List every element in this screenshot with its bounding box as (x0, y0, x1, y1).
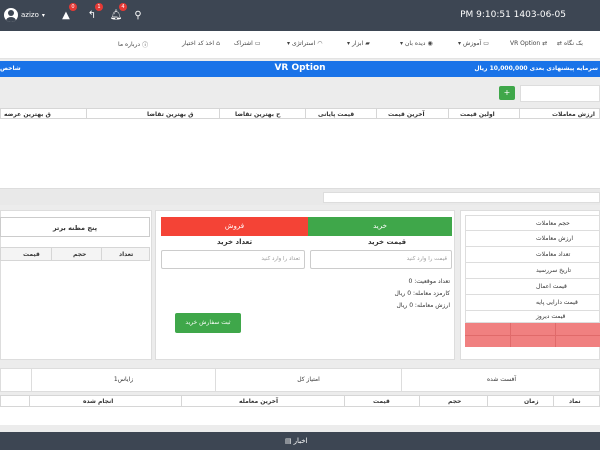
nav-item-vr-option[interactable]: VR Option ⇄ (510, 40, 547, 47)
tools-badge: 1 (95, 3, 103, 11)
alerts-badge: 0 (69, 3, 77, 11)
search-button[interactable]: ⚲ (130, 8, 146, 24)
nav-item-about[interactable]: درباره ما ⓘ (118, 40, 148, 49)
news-label: اخبار (293, 437, 308, 445)
chevron-down-icon: ▾ (287, 40, 291, 47)
bottom-tabs: آفست شده امتیاز کل زایاس1 (0, 368, 600, 392)
bell-badge: 4 (119, 3, 127, 11)
user-menu[interactable]: azizo ▾ (4, 8, 45, 22)
column-header: قیمت (23, 251, 40, 258)
depth-title: پنج مظنه برتر (0, 217, 150, 237)
eye-icon: ◉ (427, 40, 433, 47)
username: azizo (21, 11, 39, 19)
swap-icon: ⇄ (542, 40, 548, 47)
trades-table-body (0, 407, 600, 425)
info-icon: ⓘ (142, 42, 149, 49)
search-icon: ⚲ (134, 10, 142, 21)
chevron-down-icon: ▾ (400, 40, 404, 47)
info-row: تعداد معاملات (465, 247, 600, 263)
symbol-select[interactable] (520, 85, 600, 102)
column-header: قیمت (373, 398, 390, 405)
wifi-icon: ◠ (317, 40, 323, 47)
column-header: ق بهترین عرضه (4, 111, 51, 118)
info-row: ارزش معاملات (465, 231, 600, 247)
chevron-down-icon: ▾ (458, 40, 462, 47)
info-row: قیمت اعمال (465, 279, 600, 295)
chevron-down-icon: ▾ (347, 40, 351, 47)
tools-icon: ↰ (87, 10, 97, 21)
column-header: ارزش معاملات (552, 111, 595, 118)
chevron-down-icon: ▾ (41, 11, 45, 19)
column-header: حجم (448, 398, 462, 405)
nav-item-option-code[interactable]: اخذ کد اختیار ⌂ (182, 40, 220, 47)
quantity-label: تعداد خرید (217, 238, 253, 246)
tab-offset[interactable]: آفست شده (401, 369, 600, 391)
tag-icon: ⌂ (216, 40, 220, 47)
swap-icon: ⇄ (557, 40, 563, 47)
info-row: حجم معاملات (465, 215, 600, 231)
submit-buy-button[interactable]: ثبت سفارش خرید (175, 313, 241, 333)
quantity-input[interactable]: تعداد را وارد کنید (161, 250, 305, 269)
clock: PM 9:10:51 1403-06-05 (460, 10, 566, 20)
nav-item-education[interactable]: ▾ آموزش ▭ (458, 40, 489, 47)
info-row: تاریخ سررسید (465, 263, 600, 279)
column-header: اولین قیمت (460, 111, 495, 118)
capital-text: سرمایه پیشنهادی بعدی 10,000,000 ریال (474, 65, 598, 72)
price-input[interactable]: قیمت را وارد کنید (310, 250, 452, 269)
tools-button[interactable]: ↰ 1 (84, 3, 103, 24)
column-header: آخرین معامله (239, 398, 279, 405)
trade-value-text: ارزش معامله: 0 ریال (396, 302, 450, 309)
nav-item-strategy[interactable]: ▾ استراتژی ◠ (287, 40, 322, 47)
nav-item-tools[interactable]: ▾ ابزار ▰ (347, 40, 370, 47)
alerts-button[interactable]: ▲ 0 (58, 3, 77, 24)
commission-text: کارمزد معامله: 0 ریال (394, 290, 450, 297)
top-bar: azizo ▾ ▲ 0 ↰ 1 🔔︎ 4 ⚲ PM 9:10:51 1403-0… (0, 0, 600, 31)
sell-tab[interactable]: فروش (161, 217, 308, 236)
depth-table-header: تعداد حجم قیمت (0, 247, 150, 261)
option-table-header: ارزش معاملات اولین قیمت آخرین قیمت قیمت … (0, 108, 600, 119)
price-label: قیمت خرید (368, 238, 407, 246)
add-button[interactable]: + (499, 86, 515, 100)
column-header: انجام شده (83, 398, 114, 405)
notifications-button[interactable]: 🔔︎ 4 (108, 3, 127, 24)
briefcase-icon: ▰ (365, 40, 370, 47)
title-banner: شاخص VR Option سرمایه پیشنهادی بعدی 10,0… (0, 61, 600, 77)
buy-tab[interactable]: خرید (308, 217, 452, 236)
nav-bar: ⇄ بک نگاه VR Option ⇄ ▾ آموزش ▭ ▾ دیده ب… (0, 31, 600, 59)
filter-input[interactable] (323, 192, 600, 203)
column-header: آخرین قیمت (388, 111, 425, 118)
column-header: حجم (73, 251, 87, 258)
tab-total-score[interactable]: امتیاز کل (215, 369, 401, 391)
nav-item-overview[interactable]: ⇄ بک نگاه (557, 40, 583, 47)
column-header: قیمت پایانی (318, 111, 355, 118)
news-icon: ▤ (285, 437, 292, 445)
footer-bar: ▤ اخبار (0, 432, 600, 450)
option-table-body (0, 119, 600, 189)
news-button[interactable]: ▤ اخبار (285, 437, 308, 445)
column-header: زمان (524, 398, 539, 405)
avatar (4, 8, 18, 22)
nav-item-subscription[interactable]: اشتراک ▭ (234, 40, 261, 47)
info-row: قیمت دارایی پایه (465, 295, 600, 311)
info-table: حجم معاملات ارزش معاملات تعداد معاملات ت… (465, 215, 600, 347)
nav-item-watch[interactable]: ▾ دیده بان ◉ (400, 40, 433, 47)
warning-icon: ▲ (62, 10, 70, 21)
position-count: تعداد موقعیت: 0 (408, 278, 451, 285)
column-header: ق بهترین تقاضا (147, 111, 194, 118)
column-header: نماد (569, 398, 581, 405)
column-header: ح بهترین تقاضا (235, 111, 281, 118)
tab-zayas[interactable]: زایاس1 (31, 369, 215, 391)
trades-table-header: نماد زمان حجم قیمت آخرین معامله انجام شد… (0, 395, 600, 407)
monitor-icon: ▭ (483, 40, 489, 47)
bell-icon: 🔔︎ (109, 10, 123, 21)
card-icon: ▭ (254, 40, 261, 47)
column-header: تعداد (119, 251, 134, 258)
info-row: قیمت دیروز (465, 311, 600, 323)
